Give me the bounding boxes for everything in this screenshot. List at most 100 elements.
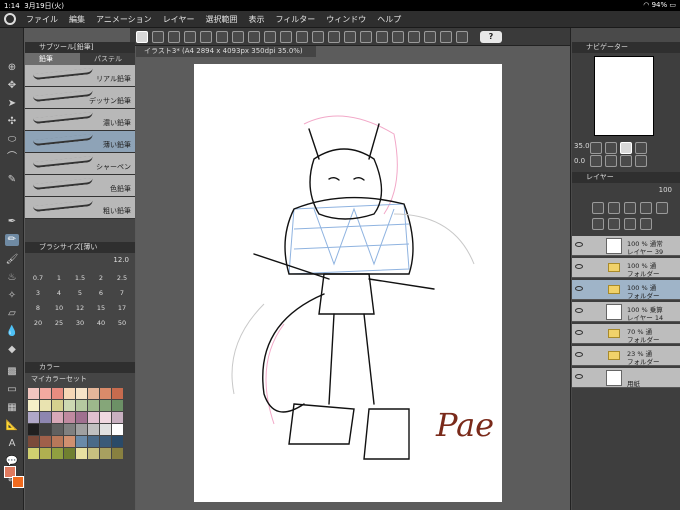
palette-swatch[interactable] — [76, 388, 87, 399]
selection-icon[interactable]: ⬭ — [5, 134, 19, 146]
palette-swatch[interactable] — [100, 424, 111, 435]
move-icon[interactable]: ✥ — [5, 80, 19, 92]
fill-icon[interactable]: ◆ — [5, 344, 19, 356]
layer-settings-icon[interactable] — [640, 218, 652, 230]
visibility-eye-icon[interactable] — [575, 374, 583, 379]
palette-swatch[interactable] — [52, 436, 63, 447]
palette-swatch[interactable] — [28, 400, 39, 411]
reference-layer-toggle-icon[interactable] — [624, 202, 636, 214]
palette-swatch[interactable] — [28, 448, 39, 459]
palette-swatch[interactable] — [40, 424, 51, 435]
palette-swatch[interactable] — [100, 388, 111, 399]
brush-real-pencil[interactable]: リアル鉛筆 — [25, 65, 135, 87]
palette-swatch[interactable] — [28, 424, 39, 435]
fit-icon[interactable] — [620, 142, 632, 154]
size-preset[interactable]: 2.5 — [113, 271, 131, 284]
size-preset[interactable]: 10 — [50, 301, 68, 314]
brush-size-value[interactable]: 12.0 — [113, 256, 129, 264]
palette-swatch[interactable] — [112, 388, 123, 399]
palette-swatch[interactable] — [28, 436, 39, 447]
size-preset[interactable]: 40 — [92, 316, 110, 329]
palette-swatch[interactable] — [88, 448, 99, 459]
layer-row[interactable]: 100 % 通常 レイヤー 39 — [572, 236, 680, 256]
layer-row[interactable]: 100 % 通フォルダー — [572, 280, 680, 300]
size-preset[interactable]: 30 — [71, 316, 89, 329]
grid-icon[interactable] — [136, 30, 148, 43]
undo-icon[interactable] — [248, 30, 260, 43]
document-tab[interactable]: イラスト3* (A4 2894 x 4093px 350dpi 35.0%) — [136, 46, 316, 57]
size-preset[interactable]: 8 — [29, 301, 47, 314]
menu-selection[interactable]: 選択範囲 — [205, 14, 237, 25]
sub-color-swatch[interactable] — [12, 476, 24, 488]
pencil-icon[interactable]: ✏ — [5, 234, 19, 246]
visibility-eye-icon[interactable] — [575, 242, 583, 247]
delete-layer-icon[interactable] — [656, 202, 668, 214]
palette-swatch[interactable] — [52, 448, 63, 459]
merge-layer-icon[interactable] — [592, 218, 604, 230]
clear-icon[interactable] — [280, 30, 292, 43]
rotate-right-icon[interactable] — [605, 155, 617, 167]
size-preset[interactable]: 12 — [71, 301, 89, 314]
new-document-icon[interactable] — [200, 30, 212, 43]
size-preset[interactable]: 2 — [92, 271, 110, 284]
size-preset[interactable]: 0.7 — [29, 271, 47, 284]
size-preset[interactable]: 7 — [113, 286, 131, 299]
menu-layer[interactable]: レイヤー — [163, 14, 195, 25]
eraser-icon[interactable]: ▱ — [5, 308, 19, 320]
palette-swatch[interactable] — [88, 412, 99, 423]
palette-swatch[interactable] — [76, 424, 87, 435]
palette-swatch[interactable] — [28, 412, 39, 423]
size-preset[interactable]: 17 — [113, 301, 131, 314]
settings-icon[interactable] — [184, 30, 196, 43]
snap-icon[interactable] — [440, 30, 452, 43]
pen-icon[interactable]: ✒ — [5, 216, 19, 228]
palette-swatch[interactable] — [112, 436, 123, 447]
actual-size-icon[interactable] — [635, 142, 647, 154]
perspective-ruler-icon[interactable] — [408, 30, 420, 43]
visibility-eye-icon[interactable] — [575, 352, 583, 357]
airbrush-icon[interactable]: ♨ — [5, 272, 19, 284]
brush-mechanical-pencil[interactable]: シャーペン — [25, 153, 135, 175]
rotate-left-icon[interactable] — [590, 155, 602, 167]
palette-swatch[interactable] — [40, 412, 51, 423]
palette-swatch[interactable] — [52, 388, 63, 399]
visibility-eye-icon[interactable] — [575, 308, 583, 313]
size-preset[interactable]: 5 — [71, 286, 89, 299]
palette-swatch[interactable] — [88, 436, 99, 447]
expand-selection-icon[interactable] — [344, 30, 356, 43]
blend-icon[interactable]: 💧 — [5, 326, 19, 338]
deselect-icon[interactable] — [312, 30, 324, 43]
decoration-icon[interactable]: ✧ — [5, 290, 19, 302]
brush-rough-pencil[interactable]: 粗い鉛筆 — [25, 197, 135, 219]
visibility-eye-icon[interactable] — [575, 264, 583, 269]
palette-swatch[interactable] — [88, 400, 99, 411]
size-preset[interactable]: 15 — [92, 301, 110, 314]
size-preset[interactable]: 6 — [92, 286, 110, 299]
flip-horizontal-icon[interactable] — [635, 155, 647, 167]
navigator-zoom[interactable]: 35.0 — [574, 142, 590, 150]
text-icon[interactable]: A — [5, 438, 19, 450]
menu-help[interactable]: ヘルプ — [377, 14, 401, 25]
invert-selection-icon[interactable] — [328, 30, 340, 43]
canvas-paper[interactable]: Pae — [194, 64, 502, 502]
size-preset[interactable]: 25 — [50, 316, 68, 329]
help-button[interactable]: ? — [480, 30, 502, 43]
navigator-rotation[interactable]: 0.0 — [574, 157, 585, 165]
menu-animation[interactable]: アニメーション — [96, 14, 152, 25]
tab-pastel[interactable]: パステル — [80, 53, 135, 65]
mask-icon[interactable] — [608, 218, 620, 230]
save-icon[interactable] — [232, 30, 244, 43]
layer-row[interactable]: 用紙 — [572, 368, 680, 388]
open-folder-icon[interactable] — [216, 30, 228, 43]
palette-swatch[interactable] — [88, 424, 99, 435]
palette-swatch[interactable] — [112, 448, 123, 459]
gradient-icon[interactable]: ▩ — [5, 366, 19, 378]
transform-icon[interactable] — [296, 30, 308, 43]
crop-icon[interactable] — [360, 30, 372, 43]
palette-swatch[interactable] — [76, 448, 87, 459]
palette-swatch[interactable] — [64, 412, 75, 423]
redo-icon[interactable] — [264, 30, 276, 43]
layer-row[interactable]: 100 % 乗算 レイヤー 14 — [572, 302, 680, 322]
size-preset[interactable]: 1 — [50, 271, 68, 284]
palette-swatch[interactable] — [76, 436, 87, 447]
